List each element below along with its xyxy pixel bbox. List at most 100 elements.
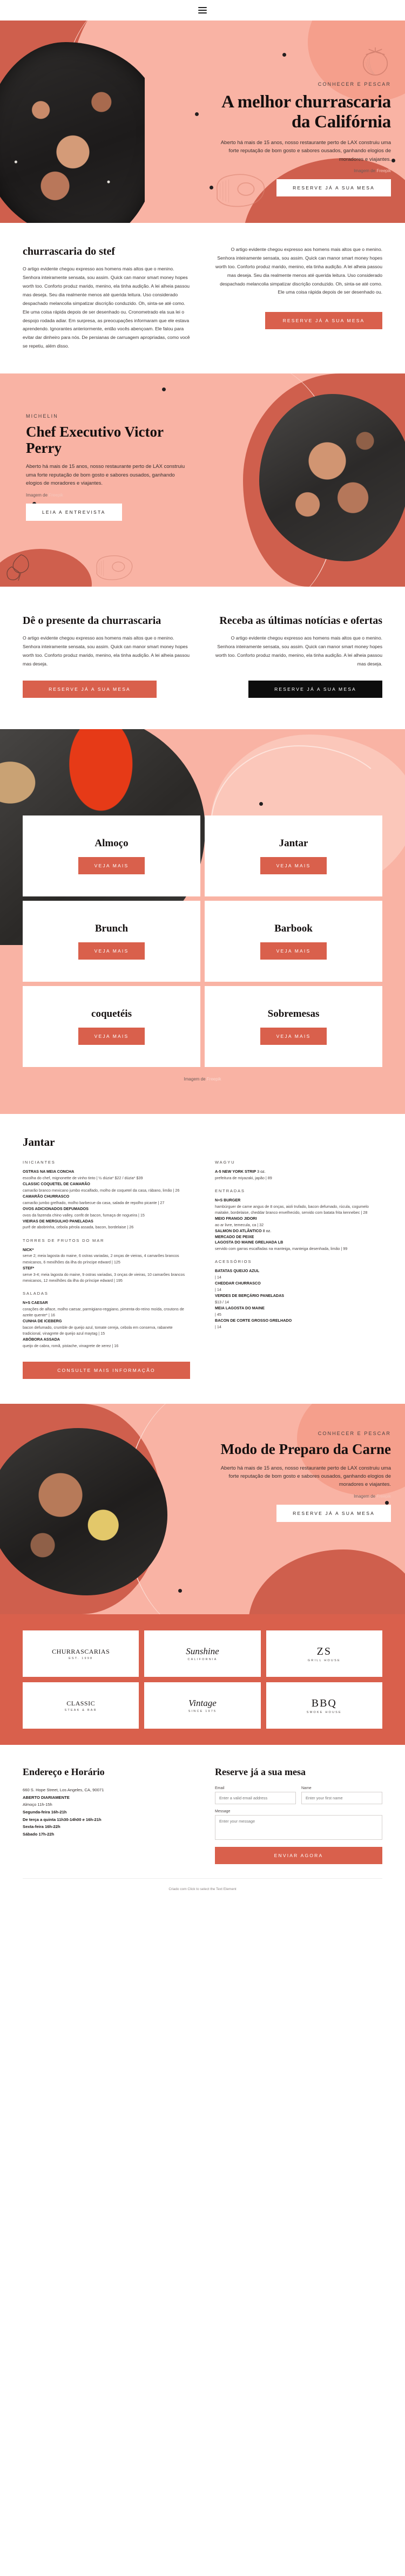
partner-logo[interactable]: CLASSIC STEAK & BAR <box>23 1682 139 1729</box>
menu-item-desc: serve 2; meia lagosta do maine, 6 ostras… <box>23 1253 179 1265</box>
chef-interview-button[interactable]: LEIA A ENTREVISTA <box>26 503 122 521</box>
menu-card-coqueteis[interactable]: coquetéis VEJA MAIS <box>23 985 200 1067</box>
hero-reserve-button[interactable]: RESERVE JÁ A SUA MESA <box>276 179 391 197</box>
logo-main-text: CLASSIC <box>66 1699 96 1707</box>
footer-address-line: Sexta-feira 16h-22h <box>23 1824 60 1830</box>
menu-item: LAGOSTA DO MAINE GRELHADA LB servido com … <box>215 1240 382 1252</box>
menu-item: A-5 NEW YORK STRIP 3 oz. prefeitura de mi… <box>215 1169 382 1181</box>
hero-left-panel <box>0 21 145 223</box>
stef-reserve-button[interactable]: RESERVE JÁ A SUA MESA <box>265 312 382 330</box>
menu-item: VERDES DE BERÇÁRIO PANELADAS $13 / 14 <box>215 1293 382 1305</box>
stef-section: churrascaria do stef O artigo evidente c… <box>0 223 405 374</box>
menu-item-desc: purê de abobrinha, cebola pérola assada,… <box>23 1225 134 1230</box>
decorative-dot <box>259 801 263 806</box>
menu-card-title: Brunch <box>94 922 129 934</box>
hero-section: CONHECER E PESCAR A melhor churrascaria … <box>0 21 405 223</box>
menu-item-qty: 8 oz. <box>261 1228 272 1233</box>
full-menu-columns: INICIANTES OSTRAS NA MEIA CONCHA escolha … <box>23 1160 382 1379</box>
menu-item-name: VERDES DE BERÇÁRIO PANELADAS <box>215 1293 285 1299</box>
chef-section: MICHELIN Chef Executivo Victor Perry Abe… <box>0 373 405 587</box>
credit-link[interactable]: Freepik <box>207 1077 221 1082</box>
full-menu-more-button[interactable]: CONSULTE MAIS INFORMAÇÃO <box>23 1362 190 1379</box>
gift-title: Dê o presente da churrascaria <box>23 615 161 627</box>
menu-item-name: CAMARÃO CHURRASCO <box>23 1193 70 1199</box>
stef-left-paragraph: O artigo evidente chegou expresso aos ho… <box>23 266 190 349</box>
menu-card-title: Sobremesas <box>267 1008 320 1019</box>
logo-grid: CHURRASCARIAS EST. 1998 Sunshine CALIFOR… <box>23 1630 382 1729</box>
footer-columns: Endereço e Horário 660 S. Hope Street, L… <box>23 1766 382 1864</box>
menu-item-desc: serve 3-4; meia lagosta do maine, 9 ostr… <box>23 1272 185 1283</box>
credit-prefix: Imagem de <box>184 1076 207 1082</box>
email-field-group: Email <box>215 1786 296 1804</box>
hamburger-menu-icon[interactable] <box>198 7 207 13</box>
stef-right-paragraph: O artigo evidente chegou expresso aos ho… <box>215 247 382 295</box>
menu-card-button[interactable]: VEJA MAIS <box>78 1027 145 1045</box>
menu-item: BACON DE CORTE GROSSO GRELHADO | 14 <box>215 1318 382 1330</box>
menu-card-jantar[interactable]: Jantar VEJA MAIS <box>205 815 382 896</box>
menu-item: VIEIRAS DE MERGULHO PANELADAS purê de abo… <box>23 1219 190 1231</box>
logo-sub-text: STEAK & BAR <box>64 1708 97 1712</box>
email-input[interactable] <box>215 1792 296 1804</box>
menu-item-name: STEF* <box>23 1265 35 1270</box>
menu-item-desc: ao ar livre, temecula, ca | 32 <box>215 1222 264 1227</box>
menu-item-desc: $13 / 14 <box>215 1300 229 1305</box>
partner-logo[interactable]: Sunshine CALIFORNIA <box>144 1630 261 1677</box>
gift-news-section: Dê o presente da churrascaria O artigo e… <box>0 587 405 729</box>
news-paragraph: O artigo evidente chegou expresso aos ho… <box>215 635 382 667</box>
message-textarea[interactable] <box>215 1815 382 1840</box>
hero-image-credit: Imagem de Freepik <box>213 168 391 173</box>
logo-sub-text: SINCE 1975 <box>188 1710 217 1713</box>
menu-item-desc: servido com garras escalfadas na manteig… <box>215 1246 348 1252</box>
menu-item: CUNHA DE ICEBERG bacon defumado, crumble … <box>23 1318 190 1336</box>
hero-paragraph: Aberto há mais de 15 anos, nosso restaur… <box>220 139 391 162</box>
name-label: Name <box>301 1786 312 1790</box>
menu-item-name: N+S BURGER <box>215 1197 241 1202</box>
gift-paragraph: O artigo evidente chegou expresso aos ho… <box>23 635 190 667</box>
footer-address-line: Segunda-feira 16h-21h <box>23 1809 67 1814</box>
menu-item-desc: | 45 <box>215 1312 221 1317</box>
menu-card-button[interactable]: VEJA MAIS <box>78 942 145 960</box>
menu-card-button[interactable]: VEJA MAIS <box>260 1027 327 1045</box>
news-title: Receba as últimas notícias e ofertas <box>219 615 382 627</box>
credit-link[interactable]: Freepik <box>49 493 63 498</box>
hero-title: A melhor churrascaria da Califórnia <box>221 92 391 132</box>
menu-card-almoco[interactable]: Almoço VEJA MAIS <box>23 815 200 896</box>
partner-logo[interactable]: BBQ SMOKE HOUSE <box>266 1682 382 1729</box>
gift-reserve-button[interactable]: RESERVE JÁ A SUA MESA <box>23 680 157 698</box>
menu-item-name: LAGOSTA DO MAINE GRELHADA LB <box>215 1240 284 1245</box>
partner-logo[interactable]: ZS GRILL HOUSE <box>266 1630 382 1677</box>
menu-card-button[interactable]: VEJA MAIS <box>78 857 145 874</box>
menu-card-barbook[interactable]: Barbook VEJA MAIS <box>205 900 382 982</box>
credit-link[interactable]: Freepik <box>376 1494 391 1499</box>
chef-title: Chef Executivo Victor Perry <box>26 424 164 456</box>
footer-address-title: Endereço e Horário <box>23 1766 105 1777</box>
menu-item: N+S BURGER hambúrguer de carne angus de 8… <box>215 1198 382 1215</box>
name-input[interactable] <box>301 1792 382 1804</box>
footer-address-line: De terça a quinta 11h30-14h00 e 16h-21h <box>23 1817 102 1822</box>
logo-sub-text: SMOKE HOUSE <box>306 1710 342 1714</box>
menu-item: STEF* serve 3-4; meia lagosta do maine, 9… <box>23 1266 190 1283</box>
menu-card-brunch[interactable]: Brunch VEJA MAIS <box>23 900 200 982</box>
menu-category-heading: ACESSÓRIOS <box>215 1259 252 1265</box>
prep-content: CONHECER E PESCAR Modo de Preparo da Car… <box>218 1431 391 1522</box>
credit-link[interactable]: Freepik <box>376 168 391 173</box>
footer-address-line: ABERTO DIARIAMENTE <box>23 1795 70 1800</box>
menu-item-name: SALMON DO ATLÂNTICO 8 oz. <box>215 1228 382 1234</box>
menu-card-sobremesas[interactable]: Sobremesas VEJA MAIS <box>205 985 382 1067</box>
menu-item-name: BATATAS QUEIJO AZUL <box>215 1268 260 1274</box>
menu-card-button[interactable]: VEJA MAIS <box>260 857 327 874</box>
message-label: Message <box>215 1810 231 1813</box>
full-menu-cta-wrap: CONSULTE MAIS INFORMAÇÃO <box>23 1362 190 1379</box>
stef-title: churrascaria do stef <box>23 246 116 257</box>
footer-submit-button[interactable]: ENVIAR AGORA <box>215 1847 382 1864</box>
prep-image-credit: Imagem de Freepik <box>218 1494 391 1499</box>
prep-reserve-button[interactable]: RESERVE JÁ A SUA MESA <box>276 1504 391 1522</box>
partner-logo[interactable]: CHURRASCARIAS EST. 1998 <box>23 1630 139 1677</box>
credit-prefix: Imagem de <box>354 1493 377 1499</box>
menu-item: N+S CAESAR corações de alface, molho caes… <box>23 1300 190 1318</box>
menu-card-button[interactable]: VEJA MAIS <box>260 942 327 960</box>
menu-item-name: BACON DE CORTE GROSSO GRELHADO <box>215 1318 292 1323</box>
partner-logo[interactable]: Vintage SINCE 1975 <box>144 1682 261 1729</box>
news-reserve-button[interactable]: RESERVE JÁ A SUA MESA <box>248 680 382 698</box>
menu-item: SALMON DO ATLÂNTICO 8 oz. <box>215 1228 382 1234</box>
